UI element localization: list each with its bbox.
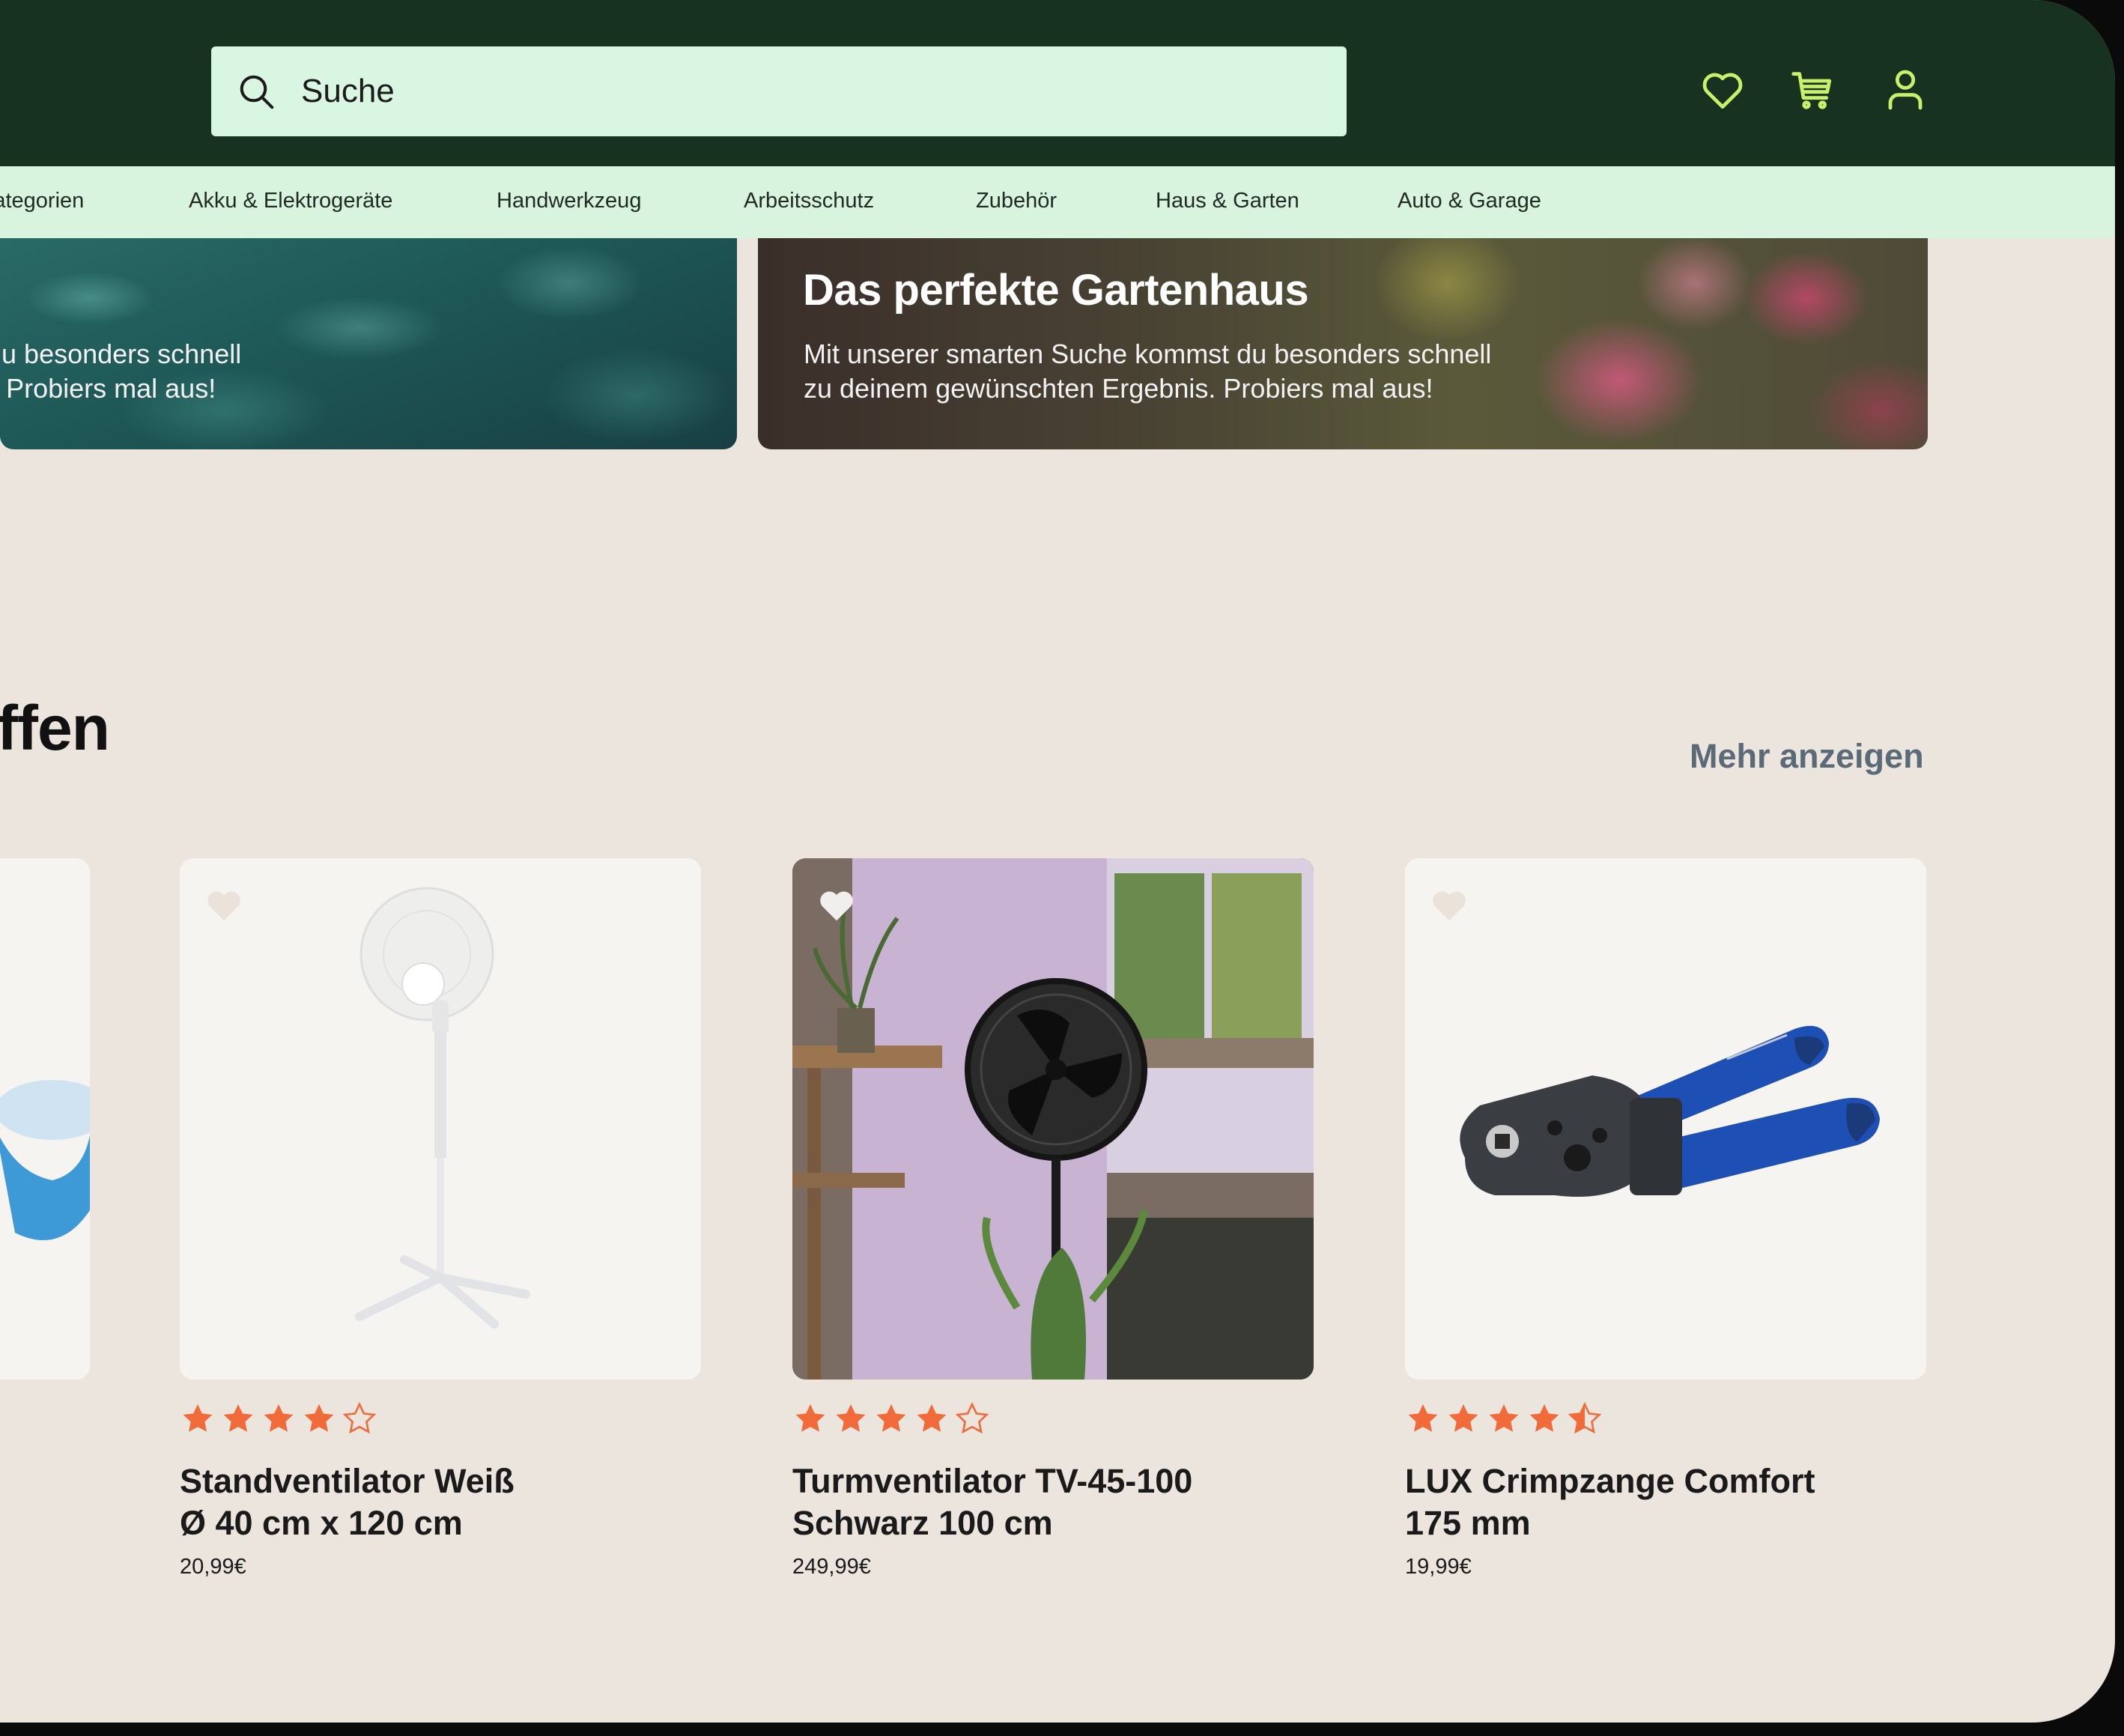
- promo-banner-water[interactable]: kommst du besonders schnell Ergebnis. Pr…: [0, 238, 737, 449]
- star-full-icon: [836, 1404, 866, 1432]
- section-title: ffen: [0, 693, 110, 763]
- product-image-shape: [0, 1080, 90, 1240]
- search-bar[interactable]: [211, 46, 1347, 136]
- product-name[interactable]: Standventilator Weiß Ø 40 cm x 120 cm: [180, 1460, 629, 1544]
- nav-item-haus-garten[interactable]: Haus & Garten: [1156, 189, 1299, 213]
- star-full-icon: [223, 1404, 253, 1432]
- star-empty-icon: [955, 1401, 989, 1434]
- nav-item-arbeitsschutz[interactable]: Arbeitsschutz: [744, 189, 874, 213]
- star-full-icon: [917, 1404, 947, 1432]
- nav-item-auto-garage[interactable]: Auto & Garage: [1398, 189, 1541, 213]
- star-full-icon: [1529, 1404, 1559, 1432]
- star-half-icon: [1568, 1401, 1602, 1434]
- star-full-icon: [795, 1404, 825, 1432]
- banner-subtitle: kommst du besonders schnell Ergebnis. Pr…: [0, 339, 242, 404]
- search-icon: [240, 75, 274, 109]
- user-icon[interactable]: [1881, 66, 1929, 114]
- star-full-icon: [1408, 1404, 1438, 1432]
- favorite-heart-icon[interactable]: [1427, 885, 1471, 926]
- device-frame: Kategorien Akku & Elektrogeräte Handwerk…: [0, 0, 2124, 1736]
- fan-white-illustration: [355, 887, 530, 1329]
- nav-item-handwerkzeug[interactable]: Handwerkzeug: [497, 189, 641, 213]
- favorite-heart-icon[interactable]: [815, 885, 858, 926]
- product-image[interactable]: [1405, 858, 1926, 1380]
- nav-item-kategorien[interactable]: Kategorien: [0, 189, 84, 213]
- favorite-heart-icon[interactable]: [202, 885, 246, 926]
- product-price: 249,99€: [792, 1555, 871, 1579]
- crimping-pliers-illustration: [1460, 1025, 1880, 1197]
- banner-subtitle: Mit unserer smarten Suche kommst du beso…: [804, 339, 1492, 404]
- heart-icon[interactable]: [1699, 66, 1747, 114]
- product-name[interactable]: Turmventilator TV-45-100 Schwarz 100 cm: [792, 1460, 1242, 1544]
- nav-item-akku-elektrogeraete[interactable]: Akku & Elektrogeräte: [189, 189, 392, 213]
- category-nav: Kategorien Akku & Elektrogeräte Handwerk…: [0, 166, 2115, 238]
- product-price: 19,99€: [1405, 1555, 1472, 1579]
- product-image-partial[interactable]: [0, 858, 90, 1380]
- search-input[interactable]: [301, 61, 1320, 121]
- header: [0, 0, 2115, 166]
- star-full-icon: [876, 1404, 906, 1432]
- fan-black-photo: [792, 858, 1314, 1380]
- product-image[interactable]: [180, 858, 701, 1380]
- star-full-icon: [183, 1404, 213, 1432]
- product-image[interactable]: [792, 858, 1314, 1380]
- more-link[interactable]: Mehr anzeigen: [1690, 737, 1924, 776]
- promo-banner-garden[interactable]: Das perfekte Gartenhaus Mit unserer smar…: [758, 238, 1928, 449]
- star-full-icon: [1448, 1404, 1478, 1432]
- nav-item-zubehoer[interactable]: Zubehör: [976, 189, 1057, 213]
- star-full-icon: [304, 1404, 334, 1432]
- product-price: 20,99€: [180, 1555, 246, 1579]
- product-name[interactable]: LUX Crimpzange Comfort 175 mm: [1405, 1460, 1854, 1544]
- rating-stars: [1405, 1400, 1603, 1438]
- cart-icon[interactable]: [1788, 66, 1836, 114]
- star-full-icon: [264, 1404, 294, 1432]
- rating-stars: [180, 1400, 377, 1438]
- star-full-icon: [1489, 1404, 1519, 1432]
- rating-stars: [792, 1400, 990, 1438]
- star-empty-icon: [342, 1401, 377, 1434]
- screen: Kategorien Akku & Elektrogeräte Handwerk…: [0, 0, 2115, 1723]
- banner-title: Das perfekte Gartenhaus: [803, 266, 1309, 315]
